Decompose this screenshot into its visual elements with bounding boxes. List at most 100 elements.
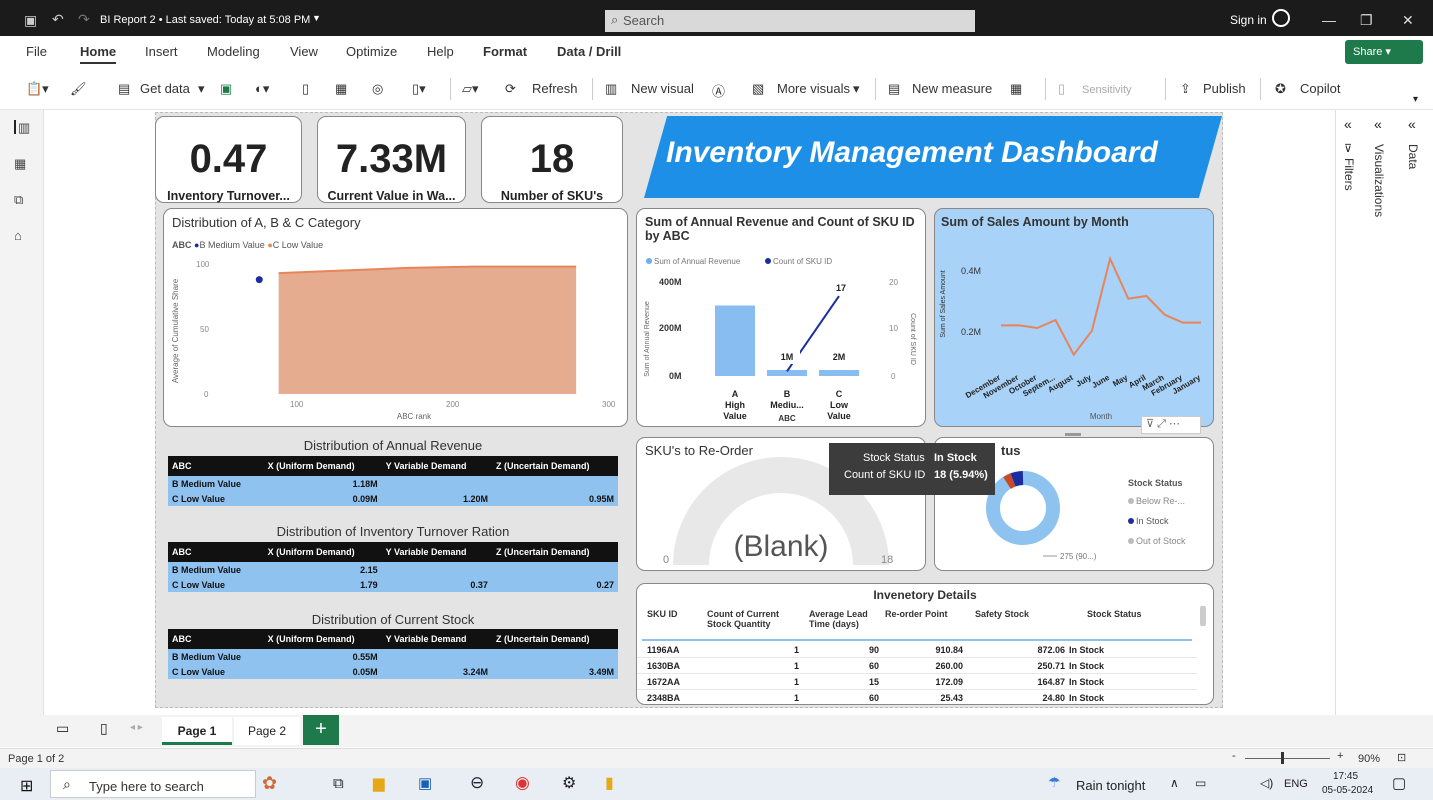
chrome-icon[interactable]: ◉ bbox=[515, 773, 530, 793]
col-header[interactable]: Z (Uncertain Demand) bbox=[491, 456, 618, 476]
collapse-visualizations-icon[interactable]: « bbox=[1374, 116, 1382, 132]
menu-data-drill[interactable]: Data / Drill bbox=[557, 44, 621, 59]
language-indicator[interactable]: ENG bbox=[1284, 778, 1308, 790]
text-box-icon[interactable]: Ⓐ bbox=[712, 81, 725, 100]
zoom-slider[interactable] bbox=[1245, 758, 1330, 759]
tray-chevron-icon[interactable]: ∧ bbox=[1170, 776, 1179, 790]
page-tab-2[interactable]: Page 2 bbox=[234, 717, 300, 745]
zoom-thumb[interactable] bbox=[1281, 752, 1284, 764]
col-header[interactable]: X (Uniform Demand) bbox=[263, 542, 382, 562]
col-header[interactable]: X (Uniform Demand) bbox=[263, 456, 382, 476]
col-header[interactable]: Y Variable Demand bbox=[381, 629, 492, 649]
col-header[interactable]: ABC bbox=[168, 456, 264, 476]
publish-icon[interactable]: ⇪ bbox=[1180, 81, 1191, 97]
get-data-icon[interactable]: ▤ bbox=[118, 81, 130, 97]
quick-measure-icon[interactable]: ▦ bbox=[1010, 81, 1022, 97]
matrix-row[interactable]: C Low Value 1.79 0.37 0.27 bbox=[168, 577, 618, 592]
col-header[interactable]: Y Variable Demand bbox=[381, 542, 492, 562]
table-row[interactable]: 2348BA 1 60 25.43 24.80 In Stock bbox=[637, 691, 1197, 704]
turnover-matrix[interactable]: ABC X (Uniform Demand) Y Variable Demand Z … bbox=[168, 542, 618, 592]
enter-data-icon[interactable]: ▦ bbox=[335, 81, 347, 97]
chevron-down-icon[interactable]: ▾ bbox=[853, 81, 860, 97]
point-series-b[interactable] bbox=[255, 276, 263, 284]
share-button[interactable]: Share ▾ bbox=[1345, 40, 1423, 64]
kpi-card-turnover[interactable]: 0.47 Inventory Turnover... bbox=[155, 116, 302, 203]
donut-slice-in-stock[interactable] bbox=[1010, 471, 1024, 487]
task-view-icon[interactable]: ⧉ bbox=[333, 775, 344, 792]
refresh-button[interactable]: Refresh bbox=[532, 81, 578, 96]
menu-format[interactable]: Format bbox=[483, 44, 527, 59]
redo-icon[interactable]: ↷ bbox=[78, 11, 90, 28]
settings-icon[interactable]: ⚙ bbox=[562, 773, 576, 793]
search-box[interactable]: ⌕ Search bbox=[605, 10, 975, 32]
col-header[interactable]: Stock Status bbox=[1087, 609, 1142, 619]
dax-query-icon[interactable]: ⌂ bbox=[14, 228, 30, 243]
visualizations-pane-tab[interactable]: Visualizations bbox=[1372, 144, 1386, 217]
dataverse-icon[interactable]: ◐▾ bbox=[255, 81, 269, 97]
sql-icon[interactable]: ▯ bbox=[302, 81, 309, 97]
kpi-card-current-value[interactable]: 7.33M Current Value in Wa... bbox=[317, 116, 466, 203]
collapse-ribbon-icon[interactable]: ▾ bbox=[1413, 94, 1418, 105]
publish-button[interactable]: Publish bbox=[1203, 81, 1246, 96]
table-row[interactable]: 1630BA 1 60 260.00 250.71 In Stock bbox=[637, 659, 1197, 674]
notifications-icon[interactable]: ▢ bbox=[1392, 774, 1406, 792]
bar[interactable] bbox=[715, 305, 755, 377]
more-visuals-icon[interactable]: ▧ bbox=[752, 81, 764, 97]
matrix-row[interactable]: C Low Value 0.09M 1.20M 0.95M bbox=[168, 491, 618, 506]
col-header[interactable]: ABC bbox=[168, 542, 264, 562]
data-pane-tab[interactable]: Data bbox=[1406, 144, 1420, 169]
file-explorer-icon[interactable]: ▆ bbox=[373, 774, 385, 792]
weather-text[interactable]: Rain tonight bbox=[1076, 778, 1145, 793]
drag-handle[interactable] bbox=[1065, 433, 1081, 436]
recent-sources-icon[interactable]: ◎ bbox=[372, 81, 383, 97]
filters-pane-tab[interactable]: Filters bbox=[1342, 158, 1356, 191]
document-title[interactable]: BI Report 2 • Last saved: Today at 5:08 … bbox=[100, 14, 310, 26]
matrix-row[interactable]: B Medium Value 2.15 bbox=[168, 562, 618, 577]
more-visuals-button[interactable]: More visuals bbox=[777, 81, 850, 96]
scroll-left-icon[interactable]: ◂ ▸ bbox=[130, 722, 143, 733]
menu-home[interactable]: Home bbox=[80, 44, 117, 64]
power-bi-icon[interactable]: ▮ bbox=[605, 773, 614, 793]
col-header[interactable]: Count of Current Stock Quantity bbox=[707, 609, 797, 629]
app-icon[interactable]: ⊖ bbox=[470, 773, 484, 793]
close-icon[interactable]: ✕ bbox=[1402, 12, 1414, 29]
col-header[interactable]: X (Uniform Demand) bbox=[263, 629, 382, 649]
more-options-icon[interactable]: ⋯ bbox=[1169, 418, 1180, 430]
current-stock-matrix[interactable]: ABC X (Uniform Demand) Y Variable Demand Z … bbox=[168, 629, 618, 679]
report-view-icon[interactable]: ▥ bbox=[14, 120, 30, 135]
inventory-details-table[interactable]: Invenetory Details SKU ID Count of Curre… bbox=[636, 583, 1214, 705]
table-view-icon[interactable]: ▦ bbox=[14, 156, 30, 171]
zoom-level[interactable]: 90% bbox=[1358, 753, 1380, 765]
matrix-row[interactable]: B Medium Value 0.55M bbox=[168, 649, 618, 664]
menu-modeling[interactable]: Modeling bbox=[207, 44, 260, 59]
minimize-icon[interactable]: — bbox=[1322, 12, 1336, 28]
widgets-icon[interactable]: ✿ bbox=[262, 773, 277, 794]
col-header[interactable]: SKU ID bbox=[647, 609, 678, 619]
abc-distribution-chart[interactable]: Distribution of A, B & C Category ABC ●B… bbox=[163, 208, 628, 427]
desktop-layout-icon[interactable]: ▭ bbox=[56, 720, 69, 737]
windows-start-icon[interactable]: ⊞ bbox=[20, 776, 33, 796]
col-header[interactable]: Average Lead Time (days) bbox=[809, 609, 879, 629]
scrollbar[interactable] bbox=[1200, 606, 1206, 626]
table-row[interactable]: 1196AA 1 90 910.84 872.06 In Stock bbox=[637, 643, 1197, 658]
taskbar-search[interactable]: ⌕ Type here to search bbox=[50, 770, 256, 798]
fit-page-icon[interactable]: ⊡ bbox=[1397, 751, 1406, 764]
clock-time[interactable]: 17:45 bbox=[1333, 771, 1358, 782]
collapse-data-icon[interactable]: « bbox=[1408, 116, 1416, 132]
bar[interactable] bbox=[819, 370, 859, 376]
avatar-icon[interactable] bbox=[1272, 9, 1290, 27]
kpi-card-sku-count[interactable]: 18 Number of SKU's bbox=[481, 116, 623, 203]
donut-slice-out-of-stock[interactable] bbox=[1003, 473, 1016, 489]
matrix-row[interactable]: C Low Value 0.05M 3.24M 3.49M bbox=[168, 664, 618, 679]
col-header[interactable]: ABC bbox=[168, 629, 264, 649]
sales-by-month-chart[interactable]: Sum of Sales Amount by Month Sum of Sale… bbox=[934, 208, 1214, 434]
transform-data-icon[interactable]: ▯▾ bbox=[412, 81, 426, 97]
format-painter-icon[interactable]: 🖌 bbox=[70, 81, 87, 97]
new-measure-button[interactable]: New measure bbox=[912, 81, 992, 96]
table-row[interactable]: 1672AA 1 15 172.09 164.87 In Stock bbox=[637, 675, 1197, 690]
col-header[interactable]: Y Variable Demand bbox=[381, 456, 492, 476]
chevron-down-icon[interactable]: ▾ bbox=[198, 81, 205, 97]
menu-help[interactable]: Help bbox=[427, 44, 454, 59]
menu-insert[interactable]: Insert bbox=[145, 44, 178, 59]
chevron-down-icon[interactable]: ▼ bbox=[312, 13, 321, 23]
